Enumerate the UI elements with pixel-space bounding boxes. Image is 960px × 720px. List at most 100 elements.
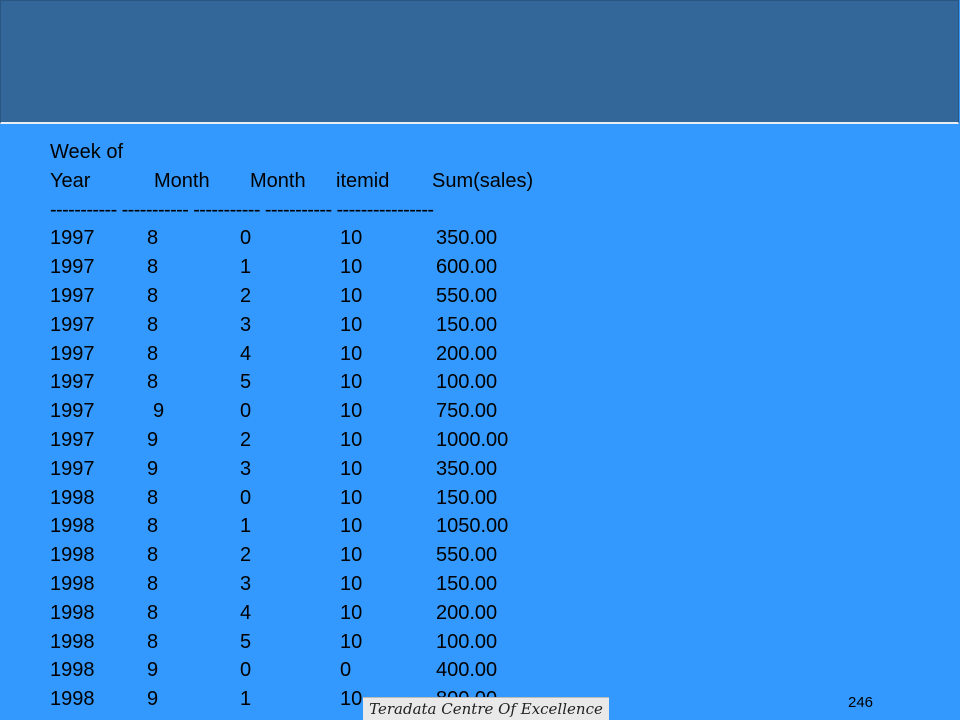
cell-itemid: 10: [340, 371, 363, 394]
cell-itemid: 0: [340, 659, 352, 682]
cell-month: 3: [240, 313, 252, 336]
cell-month: 4: [240, 342, 252, 365]
cell-sum-sales: 350.00: [436, 227, 498, 250]
table-row: 1998 8 0 10 150.00: [50, 484, 497, 513]
cell-sum-sales: 200.00: [436, 601, 498, 624]
footer-logo-badge: Teradata Centre Of Excellence: [363, 697, 609, 720]
table-row: 1997 9 3 10 350.00: [50, 455, 497, 484]
cell-month: 3: [240, 457, 252, 480]
query-result: Week of Year Month Month itemid Sum(sale…: [50, 138, 533, 720]
cell-week-of-month: 8: [147, 630, 159, 653]
cell-year: 1998: [50, 544, 95, 567]
cell-year: 1997: [50, 284, 95, 307]
cell-sum-sales: 550.00: [436, 544, 498, 567]
cell-month: 0: [240, 400, 252, 423]
cell-week-of-month: 8: [147, 572, 159, 595]
cell-week-of-month: 8: [147, 486, 159, 509]
cell-year: 1997: [50, 256, 95, 279]
cell-week-of-month: 8: [147, 284, 159, 307]
cell-sum-sales: 150.00: [436, 572, 498, 595]
cell-month: 2: [240, 428, 252, 451]
header-line-2: Year Month Month itemid Sum(sales): [50, 167, 533, 196]
cell-itemid: 10: [340, 457, 363, 480]
cell-itemid: 10: [340, 572, 363, 595]
column-header-week-of-month: Month: [154, 169, 210, 192]
cell-sum-sales: 150.00: [436, 486, 498, 509]
table-row: 1997 8 1 10 600.00: [50, 253, 497, 282]
cell-sum-sales: 200.00: [436, 342, 498, 365]
cell-sum-sales: 1000.00: [436, 428, 509, 451]
cell-itemid: 10: [340, 313, 363, 336]
cell-itemid: 10: [340, 601, 363, 624]
cell-month: 2: [240, 284, 252, 307]
cell-sum-sales: 100.00: [436, 630, 498, 653]
cell-itemid: 10: [340, 284, 363, 307]
cell-week-of-month: 8: [147, 342, 159, 365]
cell-sum-sales: 400.00: [436, 659, 498, 682]
table-row: 1998 8 1 10 1050.00: [50, 512, 508, 541]
table-row: 1997 8 4 10 200.00: [50, 340, 497, 369]
table-row: 1998 8 5 10 100.00: [50, 628, 497, 657]
cell-month: 2: [240, 714, 251, 720]
header-line-1: Week of: [50, 138, 433, 167]
cell-week-of-month: 8: [147, 544, 159, 567]
page-number: 246: [848, 694, 874, 711]
week-of-label: Week of: [50, 141, 123, 163]
column-header-year: Year: [50, 169, 91, 192]
cell-year: 1997: [50, 457, 95, 480]
cell-itemid: 10: [340, 544, 363, 567]
cell-itemid: 10: [340, 400, 363, 423]
cell-year: 1997: [50, 313, 95, 336]
cell-year: 1997: [50, 371, 95, 394]
table-row: 1997 8 2 10 550.00: [50, 282, 497, 311]
table-row: 1998 8 3 10 150.00: [50, 570, 497, 599]
cell-month: 1: [240, 256, 252, 279]
cell-week-of-month: 8: [147, 313, 159, 336]
cell-sum-sales: 750.00: [436, 400, 498, 423]
cell-month: 3: [240, 572, 252, 595]
cell-week-of-month: 9: [147, 714, 158, 720]
table-row: 1997 9 2 10 1000.00: [50, 426, 508, 455]
cell-itemid: 10: [340, 428, 363, 451]
cell-year: 1998: [50, 630, 95, 653]
cell-week-of-month: 8: [147, 515, 159, 538]
cell-itemid: 10: [340, 714, 362, 720]
cell-month: 1: [240, 688, 252, 711]
cell-month: 5: [240, 630, 252, 653]
cell-itemid: 10: [340, 630, 363, 653]
cell-itemid: 10: [340, 486, 363, 509]
table-row: 1997 8 5 10 100.00: [50, 368, 497, 397]
cell-week-of-month: 8: [147, 256, 159, 279]
table-row: 1998 8 4 10 200.00: [50, 599, 497, 628]
cell-sum-sales: 350.00: [436, 457, 498, 480]
cell-month: 0: [240, 659, 252, 682]
cell-month: 5: [240, 371, 252, 394]
column-header-sum-sales: Sum(sales): [432, 169, 534, 192]
cell-month: 1: [240, 515, 252, 538]
cell-week-of-month: 9: [147, 659, 159, 682]
cell-itemid: 10: [340, 688, 363, 711]
table-row: 1997 8 3 10 150.00: [50, 311, 497, 340]
table-row: 1997 9 0 10 750.00: [50, 397, 497, 426]
cell-sum-sales: 550.00: [436, 284, 498, 307]
cell-week-of-month: 9: [153, 400, 165, 423]
cell-year: 1997: [50, 342, 95, 365]
cell-year: 1998: [50, 572, 95, 595]
cell-week-of-month: 9: [147, 457, 159, 480]
cell-month: 0: [240, 486, 252, 509]
cell-year: 1998: [50, 601, 95, 624]
cell-week-of-month: 8: [147, 227, 159, 250]
cell-sum-sales: 1050.00: [436, 515, 509, 538]
cell-week-of-month: 9: [147, 428, 159, 451]
column-header-itemid: itemid: [336, 169, 390, 192]
cell-sum-sales: 100.00: [436, 371, 498, 394]
table-row: 1998 9 0 0 400.00: [50, 656, 497, 685]
cell-year: 1997: [50, 428, 95, 451]
cell-year: 1998: [50, 688, 95, 711]
column-header-month: Month: [250, 169, 306, 192]
cell-week-of-month: 9: [147, 688, 159, 711]
result-rows: 1997 8 0 10 350.00 1997 8 1 10 600.00 1997 8 2 10 550.…: [50, 224, 508, 720]
cell-year: 1997: [50, 400, 95, 423]
cell-itemid: 10: [340, 342, 363, 365]
cell-year: 1997: [50, 227, 95, 250]
